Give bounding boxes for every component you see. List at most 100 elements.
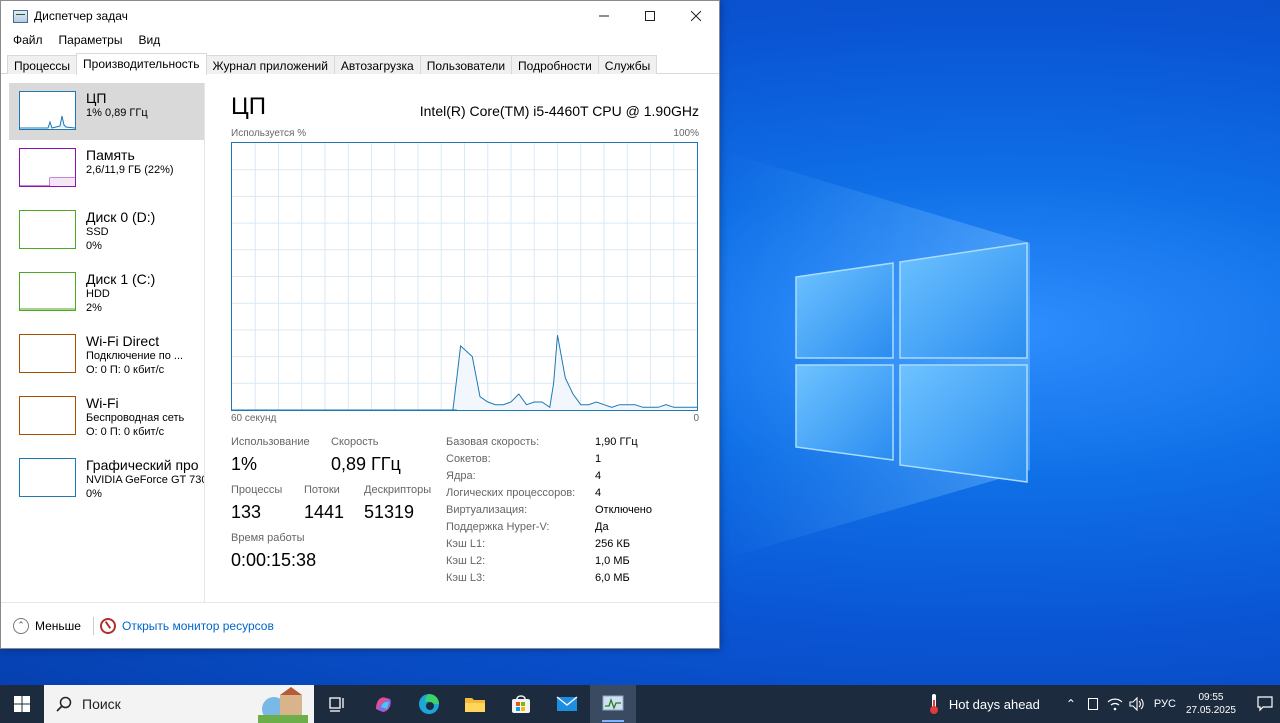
info-key-l3: Кэш L3: (446, 572, 486, 584)
show-hidden-icons-button[interactable]: ⌃ (1060, 697, 1082, 711)
tab-bar: Процессы Производительность Журнал прило… (1, 52, 719, 75)
info-key-sockets: Сокетов: (446, 453, 491, 465)
start-button[interactable] (0, 685, 44, 723)
graph-y-label: Используется % (231, 128, 307, 139)
sidebar-item-name: Wi-Fi (86, 396, 119, 411)
tab-users[interactable]: Пользователи (419, 55, 513, 74)
wifi-direct-thumbnail-graph (19, 334, 76, 373)
cpu-model: Intel(R) Core(TM) i5-4460T CPU @ 1.90GHz (419, 103, 699, 119)
sidebar-item-usage: 0% (86, 240, 102, 252)
fewer-details-button[interactable]: ⌃ Меньше (13, 617, 81, 634)
graph-x-min: 0 (693, 413, 699, 424)
threads-value: 1441 (304, 502, 345, 522)
sidebar-item-wifi[interactable]: Wi-Fi Беспроводная сеть О: 0 П: 0 кбит/с (9, 388, 204, 450)
info-value-l1: 256 КБ (595, 538, 631, 550)
sidebar-item-name: Диск 0 (D:) (86, 210, 156, 225)
taskbar: Поиск Hot days ahead ⌃ РУС 09:55 27.05.2… (0, 685, 1280, 723)
volume-button[interactable] (1126, 697, 1148, 711)
mail-button[interactable] (544, 685, 590, 723)
speed-label: Скорость (331, 436, 379, 448)
info-value-sockets: 1 (595, 453, 602, 465)
sidebar-item-usage: О: 0 П: 0 кбит/с (86, 364, 165, 376)
sidebar-item-detail: NVIDIA GeForce GT 730 (86, 474, 204, 486)
info-value-logical: 4 (595, 487, 602, 499)
tab-startup[interactable]: Автозагрузка (333, 55, 421, 74)
copilot-button[interactable] (360, 685, 406, 723)
sidebar-item-disk0[interactable]: Диск 0 (D:) SSD 0% (9, 202, 204, 264)
wifi-thumbnail-graph (19, 396, 76, 435)
sidebar-item-gpu[interactable]: Графический про NVIDIA GeForce GT 730 0% (9, 450, 204, 512)
performance-sidebar: ЦП 1% 0,89 ГГц Память 2,6/11,9 ГБ (22%) … (9, 83, 205, 603)
task-manager-icon (13, 9, 28, 23)
windows-start-icon (14, 696, 30, 712)
cpu-usage-graph (231, 142, 698, 411)
sidebar-item-name: Диск 1 (C:) (86, 272, 156, 287)
notification-icon (1257, 696, 1273, 712)
speed-value: 0,89 ГГц (331, 454, 401, 474)
graph-x-label: 60 секунд (231, 413, 277, 424)
close-button[interactable] (673, 1, 719, 31)
menu-view[interactable]: Вид (130, 31, 168, 49)
sidebar-item-disk1[interactable]: Диск 1 (C:) HDD 2% (9, 264, 204, 326)
info-key-cores: Ядра: (446, 470, 476, 482)
network-button[interactable] (1104, 697, 1126, 711)
taskbar-search-box[interactable]: Поиск (44, 685, 314, 723)
uptime-label: Время работы (231, 532, 305, 544)
search-highlight-illustration-icon (258, 687, 308, 723)
file-explorer-button[interactable] (452, 685, 498, 723)
sidebar-item-memory[interactable]: Память 2,6/11,9 ГБ (22%) (9, 140, 204, 202)
disk1-thumbnail-graph (19, 272, 76, 311)
window-title: Диспетчер задач (34, 9, 128, 23)
weather-text: Hot days ahead (948, 696, 1040, 712)
menu-bar: Файл Параметры Вид (1, 31, 719, 49)
sidebar-item-usage: 0% (86, 488, 102, 500)
clock[interactable]: 09:55 27.05.2025 (1186, 691, 1236, 717)
search-icon (56, 696, 72, 712)
edge-button[interactable] (406, 685, 452, 723)
tab-services[interactable]: Службы (597, 55, 658, 74)
info-key-l1: Кэш L1: (446, 538, 486, 550)
sidebar-item-usage: 2% (86, 302, 102, 314)
maximize-button[interactable] (627, 1, 673, 31)
task-view-icon (329, 697, 344, 712)
fewer-details-label: Меньше (35, 618, 81, 633)
info-key-l2: Кэш L2: (446, 555, 486, 567)
cpu-details-panel: ЦП Intel(R) Core(TM) i5-4460T CPU @ 1.90… (231, 83, 701, 603)
task-view-button[interactable] (314, 685, 360, 723)
handles-value: 51319 (364, 502, 415, 522)
info-key-base-speed: Базовая скорость: (446, 436, 540, 448)
sidebar-item-name: Wi-Fi Direct (86, 334, 160, 349)
open-resource-monitor-link[interactable]: Открыть монитор ресурсов (99, 617, 274, 634)
sidebar-item-cpu[interactable]: ЦП 1% 0,89 ГГц (9, 83, 204, 140)
tab-app-history[interactable]: Журнал приложений (205, 55, 335, 74)
title-bar[interactable]: Диспетчер задач (1, 1, 719, 31)
sidebar-item-detail: 1% 0,89 ГГц (86, 107, 148, 119)
sidebar-item-wifi-direct[interactable]: Wi-Fi Direct Подключение по ... О: 0 П: … (9, 326, 204, 388)
tab-details[interactable]: Подробности (511, 55, 599, 74)
task-manager-taskbar-button[interactable] (590, 685, 636, 723)
weather-widget[interactable]: Hot days ahead (927, 693, 1040, 715)
tab-performance[interactable]: Производительность (76, 53, 207, 75)
microsoft-store-button[interactable] (498, 685, 544, 723)
tray-app-button[interactable] (1082, 698, 1104, 710)
sidebar-item-detail: 2,6/11,9 ГБ (22%) (86, 164, 174, 176)
edge-icon (419, 694, 439, 714)
mail-icon (556, 696, 578, 711)
info-key-hyperv: Поддержка Hyper-V: (446, 521, 550, 533)
input-language-button[interactable]: РУС (1154, 698, 1176, 710)
notifications-button[interactable] (1250, 685, 1280, 723)
uptime-value: 0:00:15:38 (231, 550, 317, 570)
threads-label: Потоки (304, 484, 340, 496)
sidebar-item-name: ЦП (86, 91, 107, 106)
menu-options[interactable]: Параметры (51, 31, 131, 49)
menu-file[interactable]: Файл (5, 31, 51, 49)
sidebar-item-name: Графический про (86, 458, 199, 473)
resource-monitor-icon (99, 617, 116, 634)
minimize-button[interactable] (581, 1, 627, 31)
tab-processes[interactable]: Процессы (7, 55, 78, 74)
chevron-up-icon: ⌃ (13, 617, 29, 634)
chevron-up-icon: ⌃ (1065, 697, 1076, 711)
sidebar-item-detail: SSD (86, 226, 109, 238)
processes-label: Процессы (231, 484, 283, 496)
close-icon (691, 11, 701, 21)
